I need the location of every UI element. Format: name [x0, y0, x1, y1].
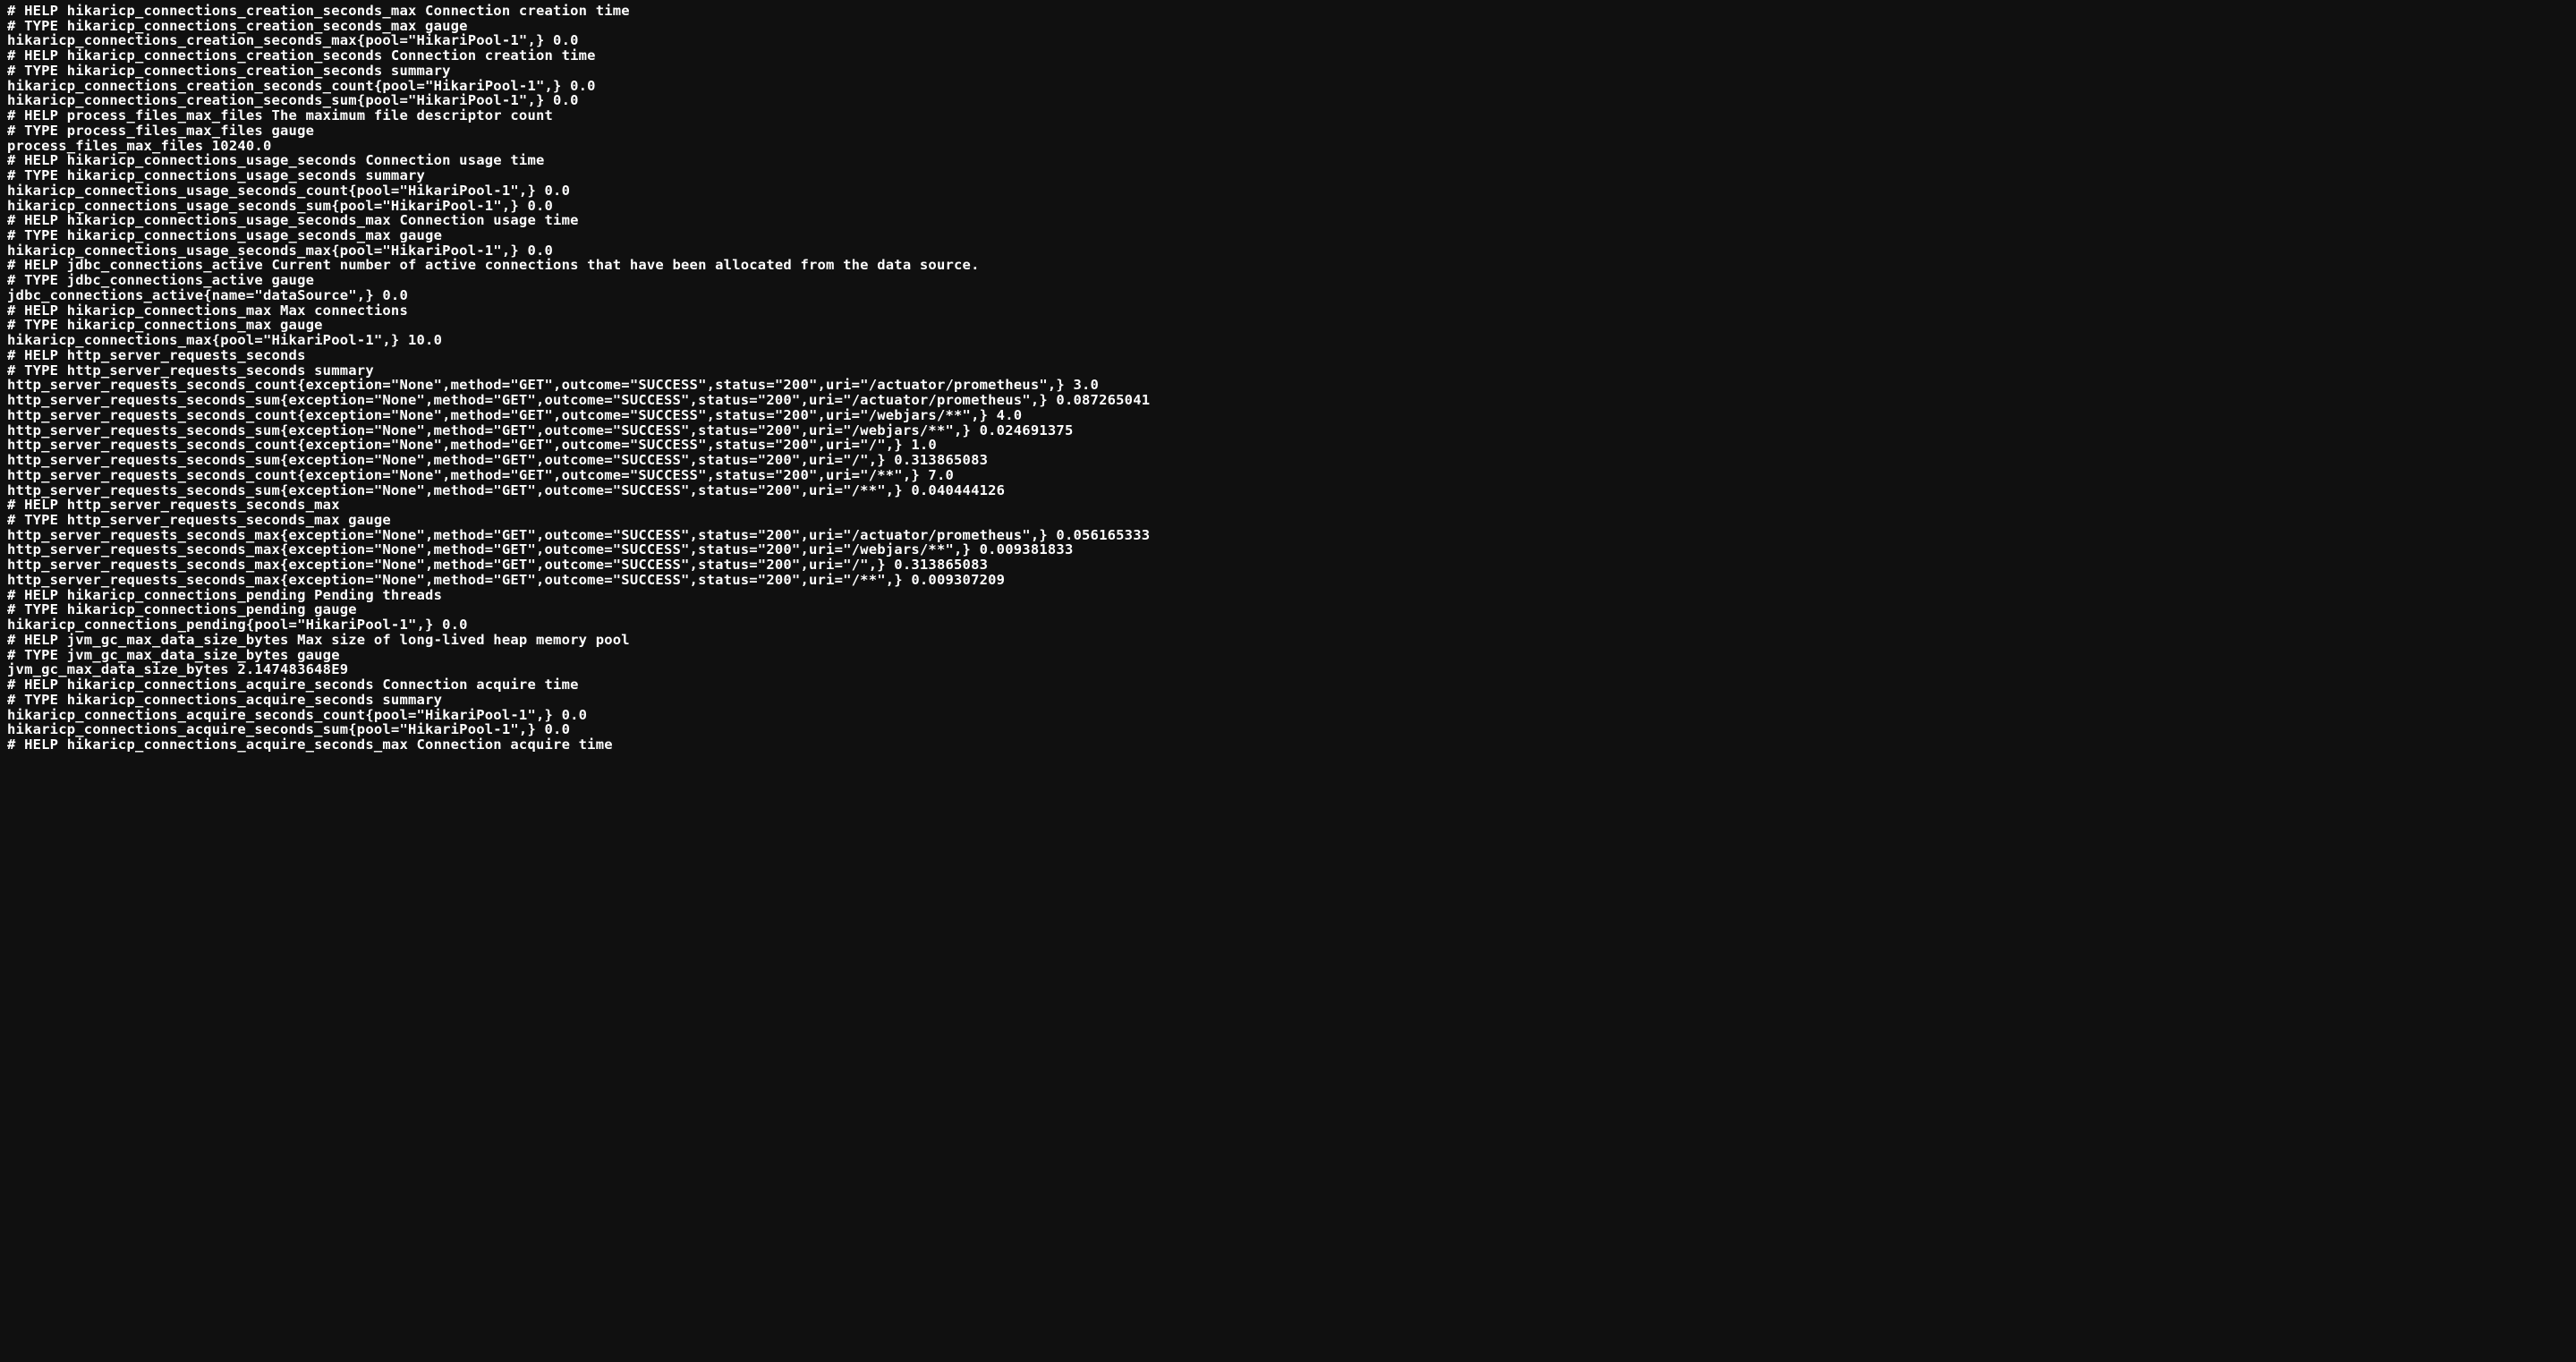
prometheus-metrics-output: # HELP hikaricp_connections_creation_sec…	[0, 0, 2576, 756]
